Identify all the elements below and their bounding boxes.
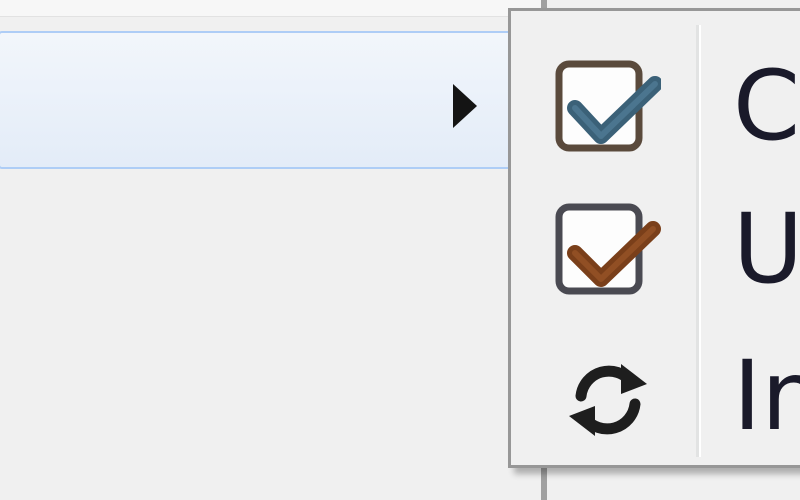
submenu-item-label: In xyxy=(733,340,800,452)
menu-item-with-submenu[interactable] xyxy=(0,31,515,169)
checkbox-checked-brown-icon xyxy=(551,201,661,301)
submenu-item-1[interactable]: C xyxy=(511,33,800,173)
refresh-icon xyxy=(551,348,661,448)
menu-separator xyxy=(0,0,545,17)
parent-context-menu xyxy=(0,0,547,500)
submenu-item-label: U xyxy=(733,193,800,305)
submenu-item-label: C xyxy=(733,50,800,162)
submenu-item-3[interactable]: In xyxy=(511,323,800,463)
submenu-item-2[interactable]: U xyxy=(511,176,800,316)
submenu-panel: C U In xyxy=(508,8,800,468)
submenu-arrow-icon xyxy=(453,84,477,128)
checkbox-checked-blue-icon xyxy=(551,58,663,158)
